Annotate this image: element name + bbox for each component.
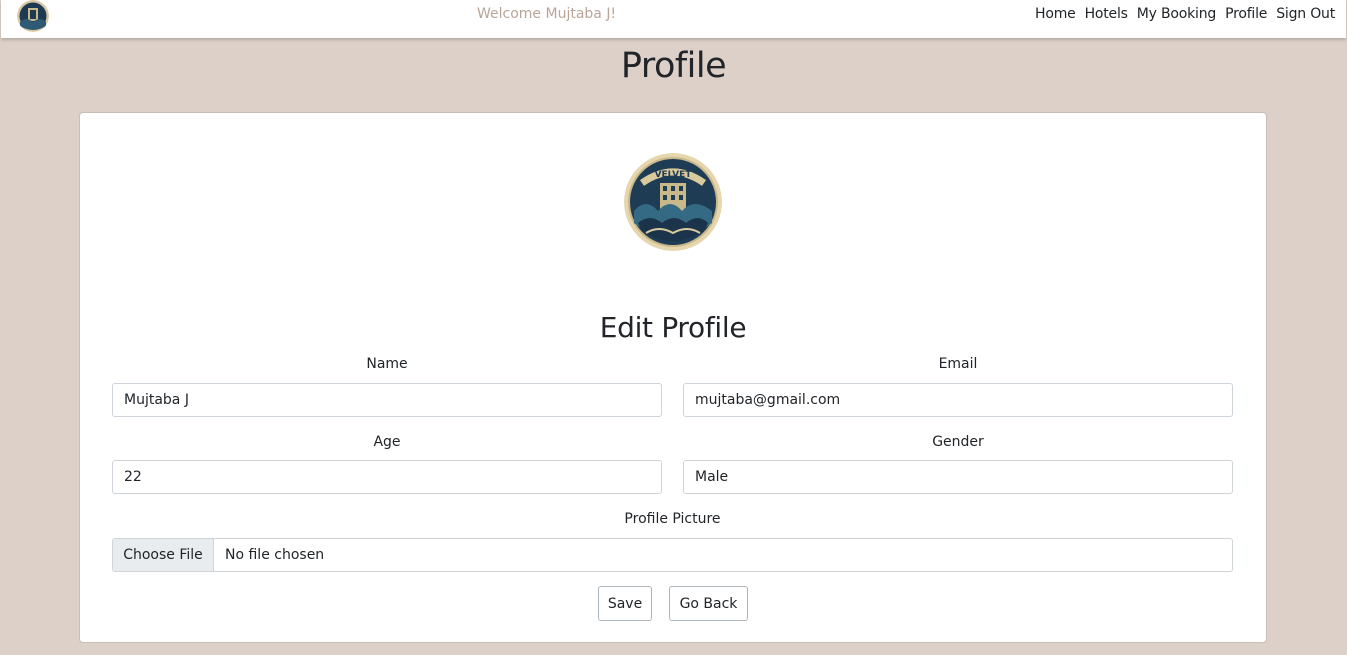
top-navbar: Welcome Mujtaba J! Home Hotels My Bookin… [1,0,1346,38]
name-input[interactable]: Mujtaba J [112,383,662,417]
edit-profile-heading: Edit Profile [599,311,747,344]
age-label: Age [373,434,401,450]
nav-profile-link[interactable]: Profile [1225,6,1267,22]
profile-picture-input[interactable]: Choose File No file chosen [112,538,1233,572]
nav-sign-out-link[interactable]: Sign Out [1276,6,1335,22]
file-status-text: No file chosen [225,547,325,563]
choose-file-button[interactable]: Choose File [113,539,214,571]
velvet-logo-icon: VELVET [624,153,722,251]
profile-card: VELVET Edit Profile Name Mujtaba J Email… [79,112,1267,643]
name-label: Name [366,356,408,372]
go-back-button[interactable]: Go Back [669,586,748,621]
nav-my-booking-link[interactable]: My Booking [1137,6,1217,22]
nav-links: Home Hotels My Booking Profile Sign Out [1035,6,1335,22]
profile-avatar: VELVET [624,153,722,251]
nav-home-link[interactable]: Home [1035,6,1076,22]
page-title: Profile [620,46,727,86]
save-button[interactable]: Save [598,586,652,621]
gender-input[interactable]: Male [683,460,1233,494]
welcome-message: Welcome Mujtaba J! [477,6,617,22]
nav-hotels-link[interactable]: Hotels [1085,6,1128,22]
logo-lettering: VELVET [655,170,693,180]
age-input[interactable]: 22 [112,460,662,494]
gender-label: Gender [932,434,984,450]
email-input[interactable]: mujtaba@gmail.com [683,383,1233,417]
brand-logo-icon[interactable] [17,0,49,32]
profile-picture-label: Profile Picture [624,511,721,527]
email-label: Email [938,356,978,372]
